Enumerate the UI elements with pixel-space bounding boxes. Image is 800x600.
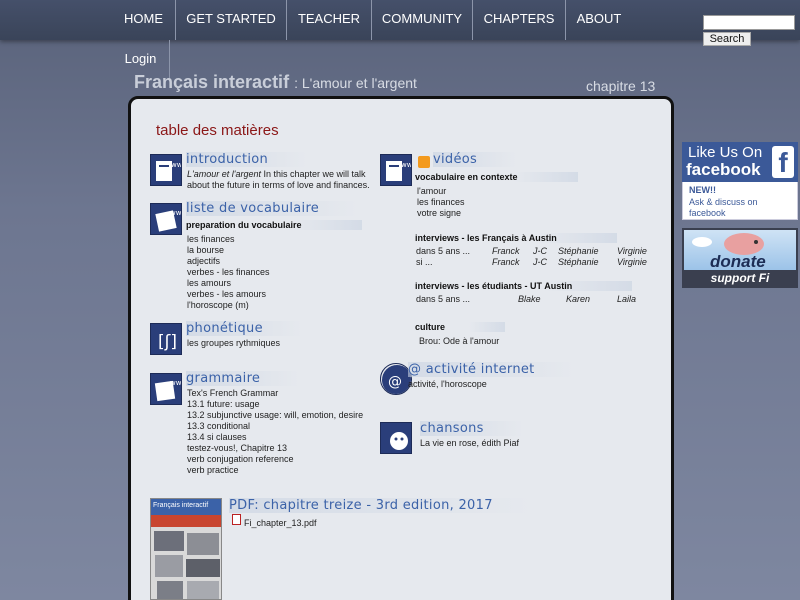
introduction-text-italic: L'amour et l'argent bbox=[187, 169, 261, 179]
video-context-item[interactable]: les finances bbox=[417, 197, 465, 208]
interview-link[interactable]: Karen bbox=[566, 294, 590, 305]
donate-label: donate bbox=[710, 252, 766, 271]
toc-title: table des matières bbox=[156, 122, 279, 139]
svg-text:www: www bbox=[171, 161, 182, 169]
svg-text:www: www bbox=[401, 161, 412, 169]
grammar-item[interactable]: verb practice bbox=[187, 465, 239, 476]
grammar-item[interactable]: 13.3 conditional bbox=[187, 421, 250, 432]
facebook-like-text: Like Us On bbox=[688, 144, 763, 161]
vocab-item[interactable]: les finances bbox=[187, 234, 235, 245]
vocab-item[interactable]: les amours bbox=[187, 278, 231, 289]
grammar-item[interactable]: verb conjugation reference bbox=[187, 454, 294, 465]
svg-text:@: @ bbox=[388, 374, 402, 390]
grammar-notebook-icon: www bbox=[150, 373, 182, 405]
video-context-item[interactable]: l'amour bbox=[417, 186, 446, 197]
site-title-text: Français interactif bbox=[134, 72, 290, 92]
textbook-cover-image[interactable]: Français interactif bbox=[150, 498, 222, 600]
grammar-heading[interactable]: grammaire bbox=[186, 371, 301, 386]
vocabulary-notebook-icon: www bbox=[150, 203, 182, 235]
vocab-item[interactable]: adjectifs bbox=[187, 256, 220, 267]
interview-link[interactable]: Blake bbox=[518, 294, 541, 305]
interview-link[interactable]: Stéphanie bbox=[558, 246, 599, 257]
interview-link[interactable]: Virginie bbox=[617, 246, 647, 257]
interview-link[interactable]: J-C bbox=[533, 257, 547, 268]
pdf-file-link[interactable]: Fi_chapter_13.pdf bbox=[244, 518, 317, 529]
facebook-f-icon: f bbox=[772, 146, 794, 178]
vocab-item[interactable]: l'horoscope (m) bbox=[187, 300, 249, 311]
interview-link[interactable]: Virginie bbox=[617, 257, 647, 268]
interview-link[interactable]: J-C bbox=[533, 246, 547, 257]
songs-item[interactable]: La vie en rose, édith Piaf bbox=[420, 438, 519, 449]
facebook-new-label: NEW!! bbox=[689, 185, 716, 195]
nav-chapters[interactable]: CHAPTERS bbox=[473, 0, 566, 40]
culture-heading[interactable]: culture bbox=[415, 322, 506, 332]
interview-link[interactable]: Franck bbox=[492, 246, 520, 257]
facebook-ask-link[interactable]: Ask & discuss on facebook bbox=[689, 197, 789, 219]
video-context-item[interactable]: votre signe bbox=[417, 208, 461, 219]
songs-heading[interactable]: chansons bbox=[420, 421, 524, 436]
vocabulary-subheading[interactable]: preparation du vocabulaire bbox=[186, 220, 362, 230]
nav-teacher[interactable]: TEACHER bbox=[287, 0, 372, 40]
search-input[interactable] bbox=[703, 15, 795, 30]
vocab-item[interactable]: verbes - les amours bbox=[187, 289, 266, 300]
donate-support-label: support Fi bbox=[710, 271, 770, 285]
svg-text:www: www bbox=[170, 209, 182, 217]
grammar-item[interactable]: 13.1 future: usage bbox=[187, 399, 260, 410]
site-subtitle: : L'amour et l'argent bbox=[294, 75, 417, 91]
interview-link[interactable]: Franck bbox=[492, 257, 520, 268]
interviews-france-heading[interactable]: interviews - les Français à Austin bbox=[415, 233, 617, 243]
interview-row-label[interactable]: dans 5 ans ... bbox=[416, 294, 470, 305]
grammar-item[interactable]: 13.4 si clauses bbox=[187, 432, 247, 443]
introduction-book-icon: www bbox=[150, 154, 182, 186]
vocabulary-heading[interactable]: liste de vocabulaire bbox=[186, 201, 360, 216]
chapter-label: chapitre 13 bbox=[586, 78, 656, 94]
introduction-text-line1: In this chapter we will talk bbox=[260, 169, 366, 179]
cover-photo-collage bbox=[151, 527, 221, 599]
phonetics-item[interactable]: les groupes rythmiques bbox=[187, 338, 280, 349]
vocab-item[interactable]: la bourse bbox=[187, 245, 224, 256]
interview-row-label[interactable]: si ... bbox=[416, 257, 433, 268]
pdf-file-icon bbox=[232, 514, 241, 525]
phonetics-bracket-icon: [ʃ] bbox=[150, 323, 182, 355]
songs-cat-icon bbox=[380, 422, 412, 454]
nav-community[interactable]: COMMUNITY bbox=[372, 0, 473, 40]
interview-link[interactable]: Laila bbox=[617, 294, 636, 305]
rss-feed-icon[interactable] bbox=[418, 156, 430, 168]
grammar-item[interactable]: Tex's French Grammar bbox=[187, 388, 278, 399]
nav-about[interactable]: ABOUT bbox=[566, 0, 632, 40]
culture-item[interactable]: Brou: Ode à l'amour bbox=[419, 336, 499, 347]
site-title: Français interactif : L'amour et l'argen… bbox=[134, 72, 417, 93]
videos-heading[interactable]: vidéos bbox=[433, 152, 518, 167]
vocab-item[interactable]: verbes - les finances bbox=[187, 267, 270, 278]
nav-get-started[interactable]: GET STARTED bbox=[176, 0, 287, 40]
interview-link[interactable]: Stéphanie bbox=[558, 257, 599, 268]
top-nav: HOME GET STARTED TEACHER COMMUNITY CHAPT… bbox=[0, 0, 800, 46]
introduction-heading[interactable]: introduction bbox=[186, 152, 309, 167]
facebook-like-banner[interactable]: Like Us On facebook f bbox=[682, 142, 798, 182]
donate-banner-art: donate bbox=[684, 230, 796, 271]
videos-book-icon: www bbox=[380, 154, 412, 186]
phonetics-heading[interactable]: phonétique bbox=[186, 321, 303, 336]
donate-button[interactable]: donate support Fi bbox=[682, 228, 798, 288]
introduction-text: L'amour et l'argent In this chapter we w… bbox=[187, 169, 366, 180]
svg-text:www: www bbox=[170, 379, 182, 387]
cover-title: Français interactif bbox=[151, 499, 221, 515]
interview-row-label[interactable]: dans 5 ans ... bbox=[416, 246, 470, 257]
facebook-wordmark: facebook bbox=[686, 160, 761, 179]
pdf-heading[interactable]: PDF: chapitre treize - 3rd edition, 2017 bbox=[229, 498, 533, 513]
video-context-heading[interactable]: vocabulaire en contexte bbox=[415, 172, 578, 182]
introduction-text-2: about the future in terms of love and fi… bbox=[187, 180, 370, 190]
svg-text:[ʃ]: [ʃ] bbox=[158, 332, 177, 352]
interviews-ut-heading[interactable]: interviews - les étudiants - UT Austin bbox=[415, 281, 633, 291]
nav-home[interactable]: HOME bbox=[112, 0, 176, 40]
grammar-item[interactable]: 13.2 subjunctive usage: will, emotion, d… bbox=[187, 410, 363, 421]
grammar-item[interactable]: testez-vous!, Chapitre 13 bbox=[187, 443, 287, 454]
search-button[interactable]: Search bbox=[703, 32, 751, 46]
internet-activity-heading[interactable]: @ activité internet bbox=[408, 362, 575, 377]
internet-activity-item[interactable]: activité, l'horoscope bbox=[408, 379, 487, 390]
